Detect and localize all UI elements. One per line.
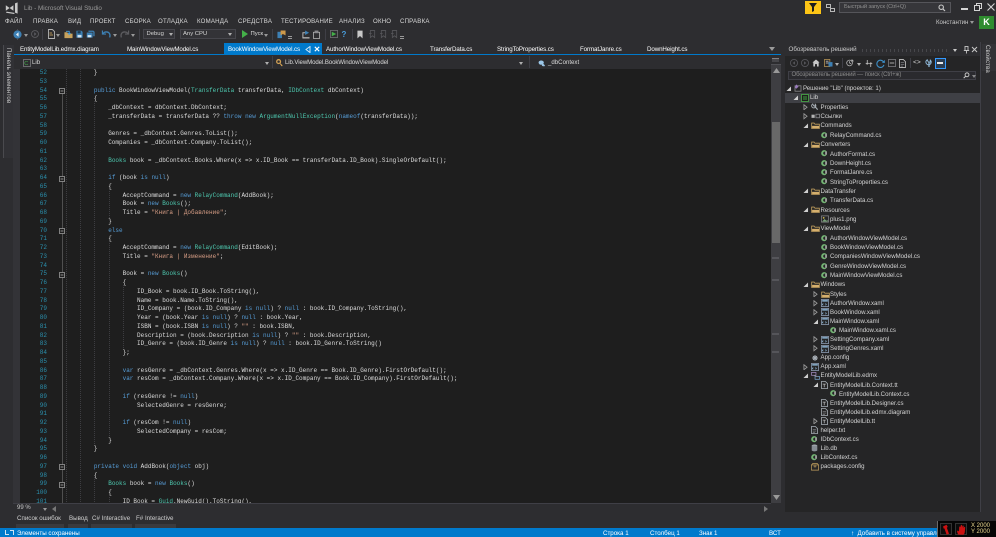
svg-text:C: C (24, 61, 28, 67)
